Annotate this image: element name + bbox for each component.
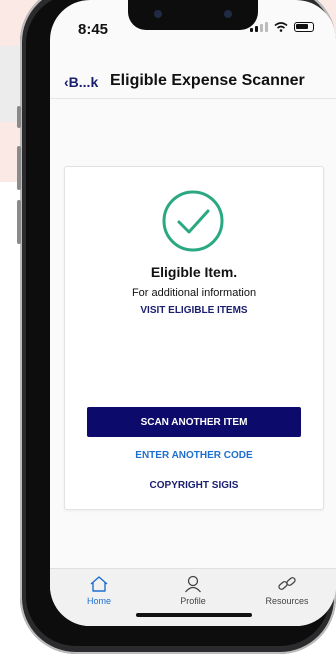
volume-up-button [17,146,21,190]
tab-home-label: Home [86,596,111,606]
sensor-icon [224,10,232,18]
notch [128,0,258,30]
volume-down-button [17,200,21,244]
copyright-sigis-link[interactable]: COPYRIGHT SIGIS [65,480,323,491]
home-icon [90,576,108,592]
navigation-bar: ‹B...k Eligible Expense Scanner [50,64,336,99]
battery-icon [294,22,314,32]
tab-resources-label: Resources [265,596,309,606]
wifi-icon [274,22,288,32]
link-icon [278,577,296,590]
scan-another-item-button[interactable]: SCAN ANOTHER ITEM [87,407,301,437]
home-indicator [136,613,252,617]
phone-screen: 8:45 ‹B...k Eligible Expense Scanner Eli… [50,0,336,626]
tab-profile[interactable]: Profile [148,575,238,606]
status-time: 8:45 [78,21,109,38]
tab-profile-label: Profile [180,596,206,606]
signal-icon [250,22,268,32]
tab-resources[interactable]: Resources [242,575,332,606]
page-title: Eligible Expense Scanner [110,72,305,89]
result-title: Eligible Item. [150,264,238,280]
mute-switch [17,106,21,128]
back-label: B...k [68,74,99,90]
profile-icon [185,575,201,593]
enter-another-code-link[interactable]: ENTER ANOTHER CODE [65,450,323,461]
visit-eligible-items-link[interactable]: VISIT ELIGIBLE ITEMS [65,305,323,316]
result-info: For additional information [131,287,257,299]
check-circle-icon [162,190,224,252]
back-button[interactable]: ‹B...k [64,74,98,90]
result-card: Eligible Item. For additional informatio… [64,166,324,510]
tab-bar: Home Profile Resources [50,568,336,626]
tab-home[interactable]: Home [54,575,144,606]
status-icons [250,22,314,32]
camera-icon [154,10,162,18]
